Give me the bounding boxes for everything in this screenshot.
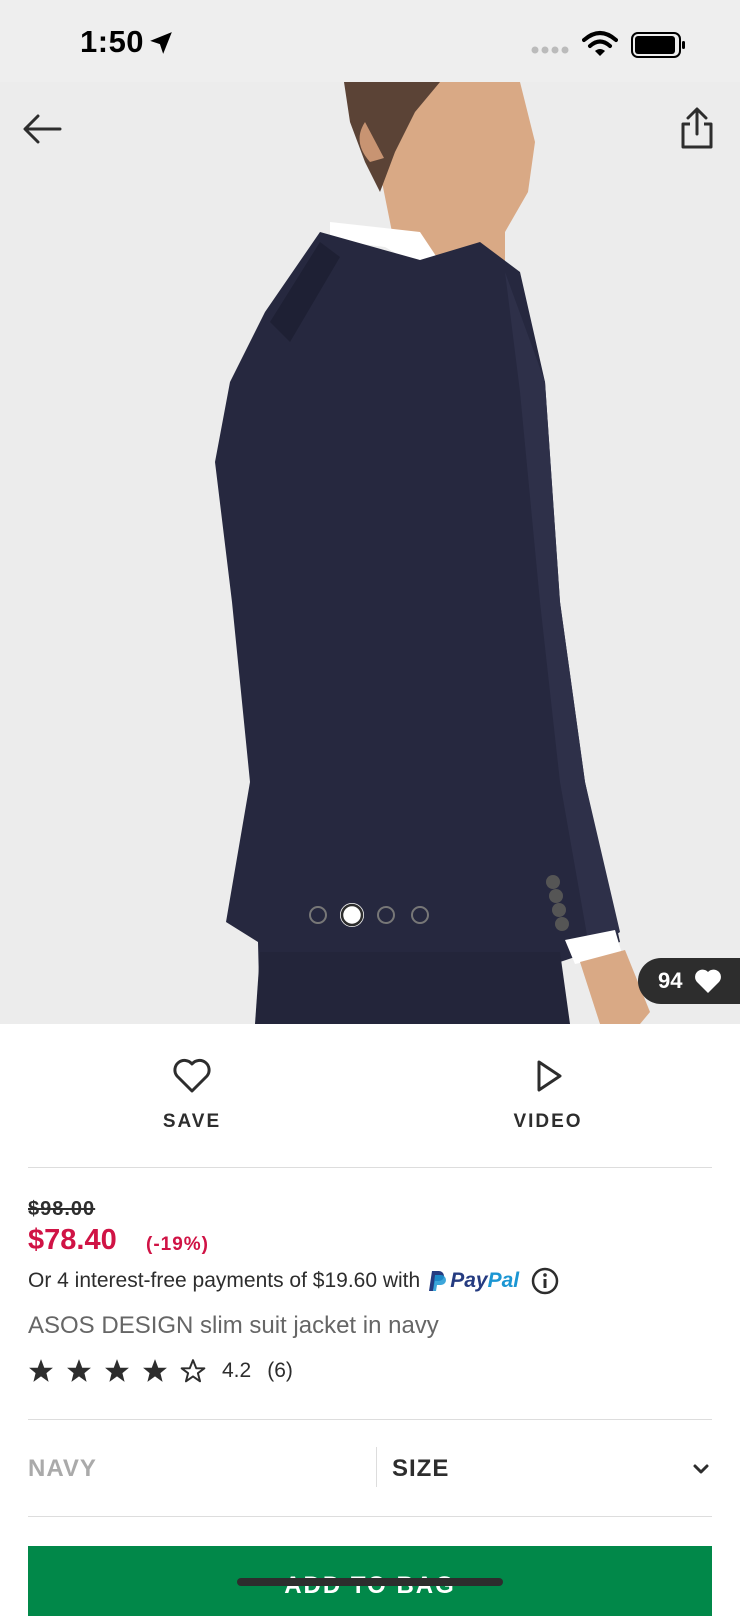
share-icon[interactable]	[678, 106, 716, 150]
chevron-down-icon[interactable]	[692, 1462, 710, 1476]
page-dot	[411, 906, 429, 924]
product-title: ASOS DESIGN slim suit jacket in navy	[28, 1312, 439, 1339]
color-selector[interactable]: NAVY	[28, 1455, 97, 1483]
likes-count: 94	[658, 968, 683, 993]
product-photo	[0, 82, 740, 1024]
selector-divider	[376, 1447, 377, 1487]
info-icon[interactable]	[531, 1267, 559, 1295]
wifi-icon	[582, 31, 618, 56]
home-indicator	[237, 1578, 503, 1586]
gallery-pagination[interactable]	[306, 900, 436, 930]
page-dot	[309, 906, 327, 924]
video-button[interactable]: VIDEO	[498, 1058, 598, 1133]
back-arrow-icon[interactable]	[22, 112, 62, 146]
installments-text: Or 4 interest-free payments of $19.60 wi…	[28, 1269, 421, 1292]
star-filled-icon	[67, 1359, 91, 1382]
page-dot	[377, 906, 395, 924]
location-arrow-icon	[150, 32, 172, 54]
video-label: VIDEO	[513, 1111, 583, 1132]
paypal-text-pay: Pay	[450, 1269, 488, 1292]
paypal-icon	[429, 1271, 447, 1291]
star-filled-icon	[29, 1359, 53, 1382]
star-filled-icon	[143, 1359, 167, 1382]
star-outline-icon	[180, 1359, 206, 1383]
original-price: $98.00	[28, 1198, 96, 1220]
save-label: SAVE	[162, 1111, 222, 1132]
rating-count: (6)	[267, 1359, 293, 1382]
divider	[28, 1419, 712, 1420]
discount-badge: (-19%)	[146, 1234, 210, 1255]
star-filled-icon	[105, 1359, 129, 1382]
size-selector[interactable]: SIZE	[392, 1455, 449, 1483]
rating-value: 4.2	[222, 1359, 252, 1382]
save-button[interactable]: SAVE	[152, 1058, 232, 1133]
likes-badge[interactable]: 94	[638, 958, 740, 1004]
rating-row[interactable]: 4.2 (6)	[28, 1358, 293, 1384]
battery-icon	[631, 32, 685, 58]
paypal-text-pal: Pal	[487, 1269, 520, 1292]
paypal-logo: Pay Pal	[428, 1269, 519, 1293]
heart-outline-icon	[173, 1058, 211, 1093]
status-bar: 1:50	[0, 0, 740, 82]
heart-filled-icon	[695, 969, 722, 993]
product-image-gallery[interactable]: 94	[0, 82, 740, 1024]
divider	[28, 1516, 712, 1517]
status-time: 1:50	[80, 24, 145, 59]
signal-icon	[531, 46, 569, 54]
installments-row: Or 4 interest-free payments of $19.60 wi…	[28, 1267, 559, 1295]
divider	[28, 1167, 712, 1168]
play-icon	[537, 1060, 562, 1092]
current-price: $78.40	[28, 1224, 117, 1256]
